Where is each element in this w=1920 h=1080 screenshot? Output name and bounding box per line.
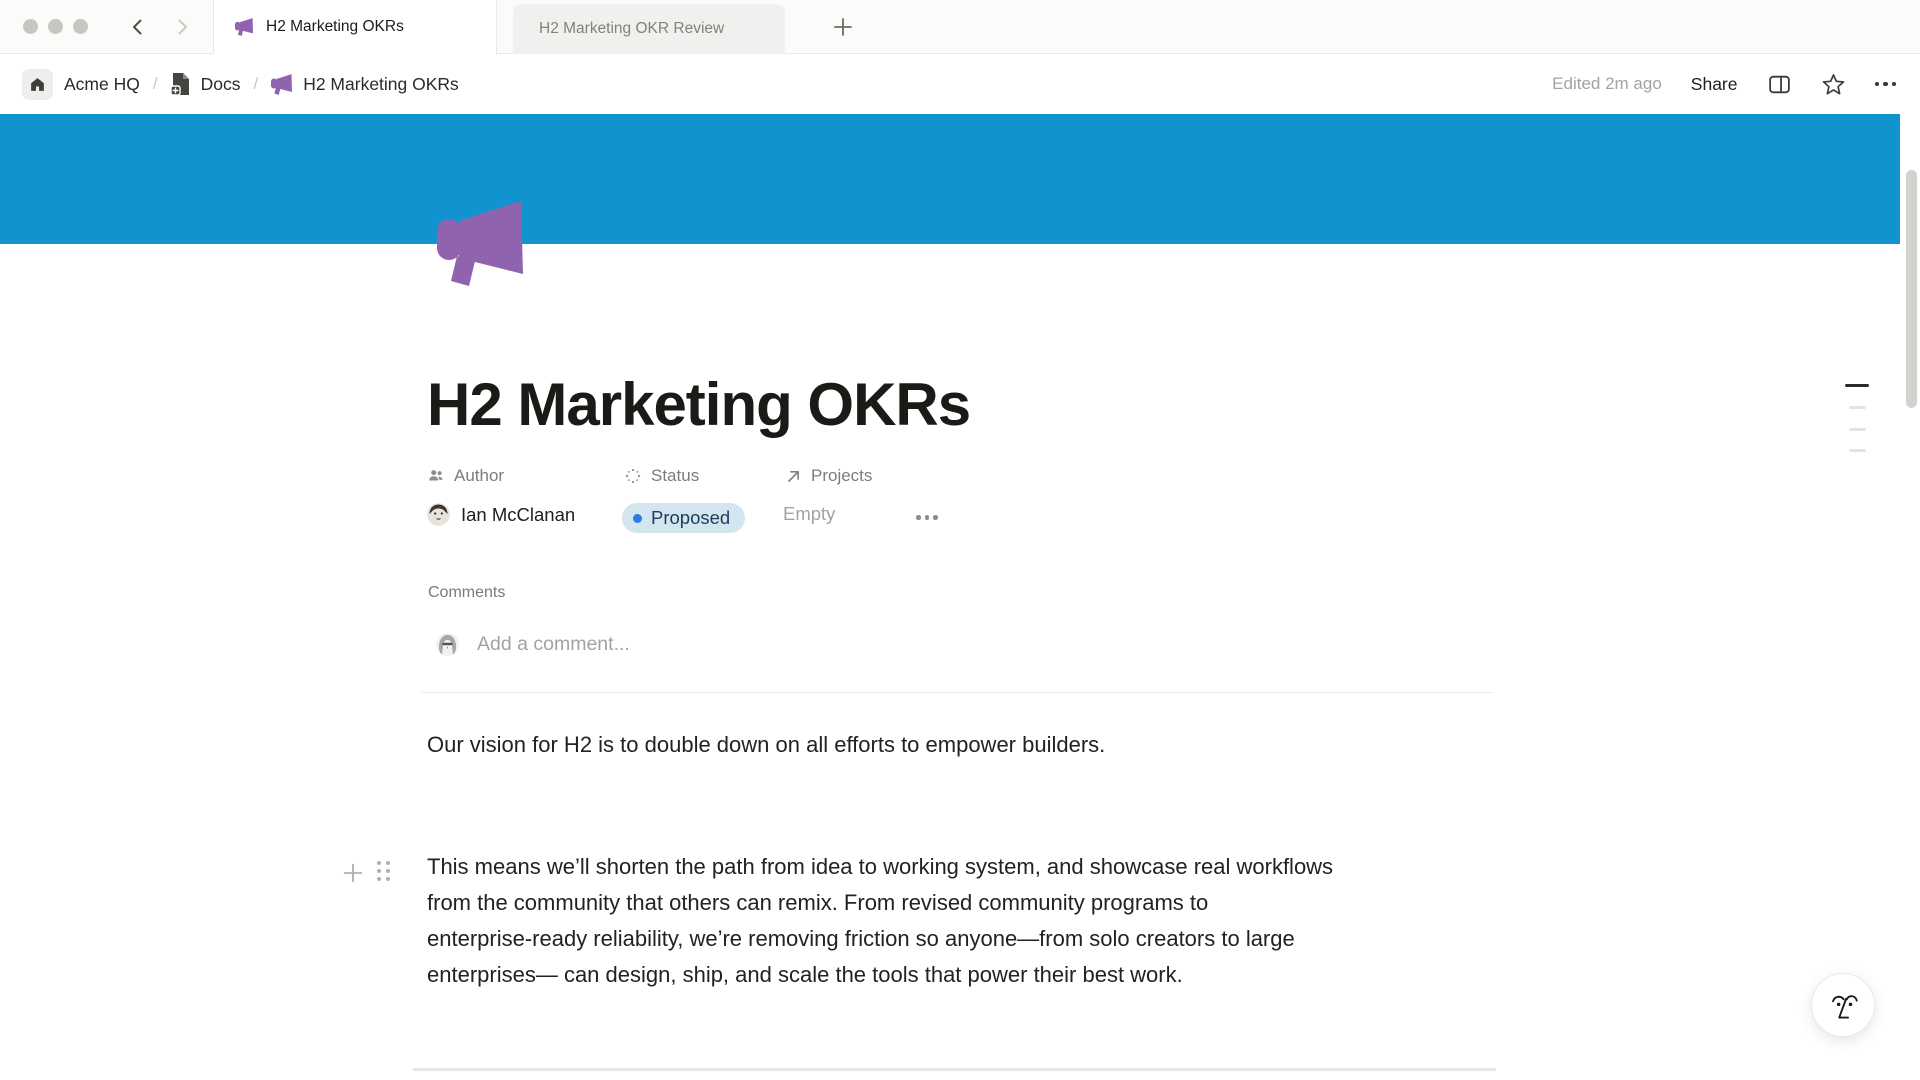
top-bar-actions: Edited 2m ago Share [1552,54,1896,114]
comments-section-label: Comments [428,584,505,602]
toc-indicator-active[interactable] [1845,384,1869,387]
author-name: Ian McClanan [461,504,575,526]
close-window-button[interactable] [23,19,38,34]
doc-icon [171,73,190,95]
breadcrumb-separator: / [253,74,258,94]
arrow-up-right-icon [785,468,802,485]
back-button[interactable] [126,15,150,39]
app-window: H2 Marketing OKRs H2 Marketing OKR Revie… [0,0,1920,1080]
property-label: Projects [811,466,872,486]
paragraph-block[interactable]: This means we’ll shorten the path from i… [427,849,1487,993]
status-dot-icon [633,514,642,523]
breadcrumb-label[interactable]: Docs [201,74,241,95]
paragraph-block[interactable]: Our vision for H2 is to double down on a… [427,727,1487,763]
page-cover[interactable] [0,114,1900,244]
tab-bar: H2 Marketing OKRs H2 Marketing OKR Revie… [0,0,1920,54]
window-controls [23,19,88,34]
add-comment-placeholder: Add a comment... [477,633,630,656]
page-icon-megaphone[interactable] [437,201,523,286]
status-badge[interactable]: Proposed [622,503,745,533]
tab-label: H2 Marketing OKR Review [539,20,724,38]
home-icon [29,76,46,93]
chevron-right-icon [173,18,191,36]
megaphone-icon [235,18,253,36]
breadcrumb-separator: / [153,74,158,94]
page-title[interactable]: H2 Marketing OKRs [427,370,970,439]
add-comment-row[interactable]: Add a comment... [436,633,630,656]
toc-indicator[interactable] [1849,428,1866,431]
breadcrumb-label[interactable]: H2 Marketing OKRs [303,74,459,95]
plus-icon [342,862,364,884]
plus-icon [833,17,853,37]
property-label: Status [651,466,699,486]
zoom-window-button[interactable] [73,19,88,34]
divider [421,692,1493,693]
more-options-button[interactable] [1875,82,1897,87]
property-projects[interactable]: Projects [785,466,872,486]
top-bar: Acme HQ / Docs / H2 Marketing OKRs [0,54,1920,114]
people-icon [427,467,445,485]
forward-button[interactable] [170,15,194,39]
star-icon [1821,72,1846,97]
insert-block-button[interactable] [340,860,366,886]
favorite-button[interactable] [1821,72,1846,97]
projects-value[interactable]: Empty [783,503,835,525]
chevron-left-icon [129,18,147,36]
breadcrumb: Acme HQ / Docs / H2 Marketing OKRs [22,54,459,114]
avatar [427,503,450,526]
property-status[interactable]: Status [624,466,699,486]
breadcrumb-item-workspace[interactable] [22,69,53,100]
property-label: Author [454,466,504,486]
tab-h2-marketing-okrs[interactable]: H2 Marketing OKRs [213,0,497,54]
tab-h2-marketing-okr-review[interactable]: H2 Marketing OKR Review [513,4,785,54]
more-properties-button[interactable] [916,515,938,520]
megaphone-icon [271,74,292,95]
status-value: Proposed [651,507,730,529]
divider [413,1068,1496,1071]
property-author-value[interactable]: Ian McClanan [427,503,575,526]
burst-icon [624,467,642,485]
drag-handle[interactable] [377,861,390,881]
edited-timestamp: Edited 2m ago [1552,74,1662,94]
side-panel-icon [1767,72,1792,97]
scrollbar-thumb[interactable] [1906,170,1917,408]
share-button[interactable]: Share [1691,74,1738,95]
ai-face-icon [1823,985,1863,1025]
minimize-window-button[interactable] [48,19,63,34]
toc-indicator[interactable] [1849,406,1866,409]
toc-indicator[interactable] [1849,449,1866,452]
new-tab-button[interactable] [831,15,855,39]
toggle-panel-button[interactable] [1767,72,1792,97]
ai-assistant-button[interactable] [1811,973,1875,1037]
tab-label: H2 Marketing OKRs [266,18,404,36]
breadcrumb-label[interactable]: Acme HQ [64,74,140,95]
property-author[interactable]: Author [427,466,504,486]
avatar [436,633,459,656]
